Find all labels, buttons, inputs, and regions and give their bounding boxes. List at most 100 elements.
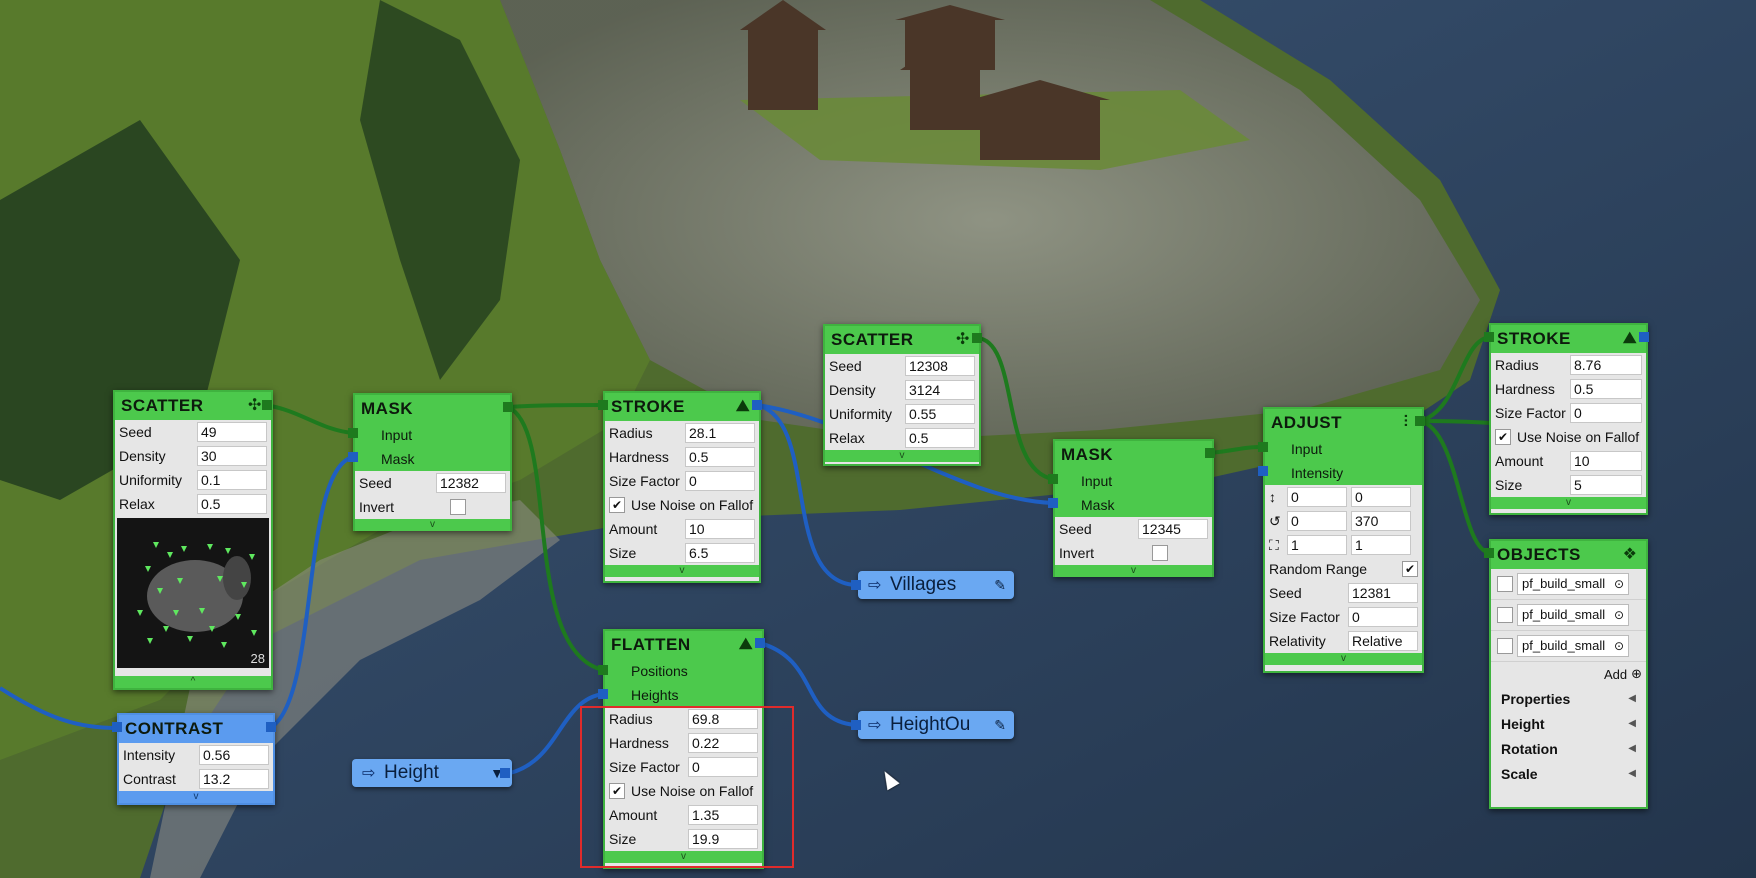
height-output-pin[interactable] xyxy=(500,768,510,778)
collapse-chevron-icon[interactable]: v xyxy=(825,450,979,462)
invert-checkbox[interactable] xyxy=(1152,545,1168,561)
use-noise-checkbox[interactable]: ✔ xyxy=(609,497,625,513)
collapse-chevron-icon[interactable]: v xyxy=(1265,653,1422,665)
edit-pencil-icon[interactable]: ✎ xyxy=(994,577,1006,594)
collapse-chevron-icon[interactable]: v xyxy=(1055,565,1212,577)
scatter-node-1[interactable]: SCATTER ✣ Seed 49 Density 30 Uniformity 0.1 … xyxy=(113,390,273,690)
adjust-intensity-pin[interactable] xyxy=(1258,466,1268,476)
scale-a-field[interactable]: 1 xyxy=(1287,535,1347,555)
use-noise-checkbox[interactable]: ✔ xyxy=(609,783,625,799)
uniformity-field[interactable]: 0.55 xyxy=(905,404,975,424)
relativity-dropdown[interactable]: Relative xyxy=(1348,631,1418,651)
use-noise-checkbox[interactable]: ✔ xyxy=(1495,429,1511,445)
section-rotation[interactable]: Rotation ◀ xyxy=(1491,736,1646,761)
hardness-field[interactable]: 0.22 xyxy=(688,733,758,753)
collapse-chevron-icon[interactable]: v xyxy=(605,565,759,577)
radius-field[interactable]: 8.76 xyxy=(1570,355,1642,375)
mask2-mask-pin[interactable] xyxy=(1048,498,1058,508)
add-object-button[interactable]: Add ⊕ xyxy=(1491,662,1646,686)
input-port[interactable]: Input xyxy=(1055,469,1212,493)
uniformity-field[interactable]: 0.1 xyxy=(197,470,267,490)
size-field[interactable]: 6.5 xyxy=(685,543,755,563)
height-input-node[interactable]: ⇨ Height ▼ xyxy=(352,759,512,787)
target-icon[interactable]: ⊙ xyxy=(1614,574,1624,594)
stroke1-output-pin[interactable] xyxy=(752,400,762,410)
villages-output-node[interactable]: ⇨ Villages ✎ xyxy=(858,571,1014,599)
collapse-chevron-icon[interactable]: v xyxy=(1491,497,1646,509)
stroke-node-1[interactable]: STROKE ⛰ Radius 28.1 Hardness 0.5 Size Fact… xyxy=(603,391,761,583)
seed-field[interactable]: 12382 xyxy=(436,473,506,493)
target-icon[interactable]: ⊙ xyxy=(1614,605,1624,625)
collapse-chevron-icon[interactable]: v xyxy=(355,519,510,531)
hardness-field[interactable]: 0.5 xyxy=(685,447,755,467)
edit-pencil-icon[interactable]: ✎ xyxy=(994,717,1006,734)
radius-field[interactable]: 69.8 xyxy=(688,709,758,729)
intensity-field[interactable]: 0.56 xyxy=(199,745,269,765)
mask1-mask-pin[interactable] xyxy=(348,452,358,462)
mask2-input-pin[interactable] xyxy=(1048,474,1058,484)
flatten-node[interactable]: FLATTEN ⛰ Positions Heights Radius 69.8 Ha… xyxy=(603,629,764,869)
section-properties[interactable]: Properties ◀ xyxy=(1491,686,1646,711)
object-field[interactable]: pf_build_small ⊙ xyxy=(1517,604,1629,626)
section-scale[interactable]: Scale ◀ xyxy=(1491,761,1646,786)
size-factor-field[interactable]: 0 xyxy=(1348,607,1418,627)
object-field[interactable]: pf_build_small ⊙ xyxy=(1517,573,1629,595)
relax-field[interactable]: 0.5 xyxy=(905,428,975,448)
random-range-checkbox[interactable]: ✔ xyxy=(1402,561,1418,577)
villages-input-pin[interactable] xyxy=(851,580,861,590)
flatten-output-pin[interactable] xyxy=(755,638,765,648)
contrast-output-pin[interactable] xyxy=(266,722,276,732)
size-field[interactable]: 5 xyxy=(1570,475,1642,495)
mask-port[interactable]: Mask xyxy=(355,447,510,471)
scatter2-output-pin[interactable] xyxy=(972,333,982,343)
scale-b-field[interactable]: 1 xyxy=(1351,535,1411,555)
mask2-output-pin[interactable] xyxy=(1205,448,1215,458)
target-icon[interactable]: ⊙ xyxy=(1614,636,1624,656)
mask1-output-pin[interactable] xyxy=(503,402,513,412)
collapse-chevron-icon[interactable]: v xyxy=(605,851,762,863)
object-slot[interactable]: pf_build_small ⊙ xyxy=(1491,569,1646,600)
stroke-node-2[interactable]: STROKE ⛰ Radius 8.76 Hardness 0.5 Size Fact… xyxy=(1489,323,1648,515)
contrast-input-pin[interactable] xyxy=(112,722,122,732)
mask1-input-pin[interactable] xyxy=(348,428,358,438)
size-field[interactable]: 19.9 xyxy=(688,829,758,849)
amount-field[interactable]: 1.35 xyxy=(688,805,758,825)
stroke2-input-pin[interactable] xyxy=(1484,332,1494,342)
seed-field[interactable]: 12308 xyxy=(905,356,975,376)
offset-a-field[interactable]: 0 xyxy=(1287,487,1347,507)
object-checkbox[interactable] xyxy=(1497,607,1513,623)
contrast-field[interactable]: 13.2 xyxy=(199,769,269,789)
mask-port[interactable]: Mask xyxy=(1055,493,1212,517)
density-field[interactable]: 30 xyxy=(197,446,267,466)
mask-node-2[interactable]: MASK Input Mask Seed 12345 Invert v xyxy=(1053,439,1214,577)
object-checkbox[interactable] xyxy=(1497,638,1513,654)
object-checkbox[interactable] xyxy=(1497,576,1513,592)
stroke2-output-pin[interactable] xyxy=(1639,332,1649,342)
flatten-positions-pin[interactable] xyxy=(598,665,608,675)
adjust-node[interactable]: ADJUST ⫶ Input Intensity ↕ 0 0 ↺ 0 370 ⛶ 1 1 Ra… xyxy=(1263,407,1424,673)
object-slot[interactable]: pf_build_small ⊙ xyxy=(1491,600,1646,631)
size-factor-field[interactable]: 0 xyxy=(685,471,755,491)
heightout-output-node[interactable]: ⇨ HeightOu ✎ xyxy=(858,711,1014,739)
objects-input-pin[interactable] xyxy=(1484,548,1494,558)
section-height[interactable]: Height ◀ xyxy=(1491,711,1646,736)
relax-field[interactable]: 0.5 xyxy=(197,494,267,514)
size-factor-field[interactable]: 0 xyxy=(1570,403,1642,423)
collapse-chevron-icon[interactable]: ^ xyxy=(115,676,271,688)
input-port[interactable]: Input xyxy=(1265,437,1422,461)
heights-port[interactable]: Heights xyxy=(605,683,762,707)
collapse-chevron-icon[interactable]: v xyxy=(119,791,273,803)
contrast-node[interactable]: CONTRAST Intensity 0.56 Contrast 13.2 v xyxy=(117,713,275,805)
invert-checkbox[interactable] xyxy=(450,499,466,515)
seed-field[interactable]: 12381 xyxy=(1348,583,1418,603)
positions-port[interactable]: Positions xyxy=(605,659,762,683)
amount-field[interactable]: 10 xyxy=(685,519,755,539)
size-factor-field[interactable]: 0 xyxy=(688,757,758,777)
scatter-node-2[interactable]: SCATTER ✣ Seed 12308 Density 3124 Uniformit… xyxy=(823,324,981,466)
intensity-port[interactable]: Intensity xyxy=(1265,461,1422,485)
adjust-output-pin[interactable] xyxy=(1415,416,1425,426)
radius-field[interactable]: 28.1 xyxy=(685,423,755,443)
mask-node-1[interactable]: MASK Input Mask Seed 12382 Invert v xyxy=(353,393,512,531)
flatten-heights-pin[interactable] xyxy=(598,689,608,699)
seed-field[interactable]: 49 xyxy=(197,422,267,442)
